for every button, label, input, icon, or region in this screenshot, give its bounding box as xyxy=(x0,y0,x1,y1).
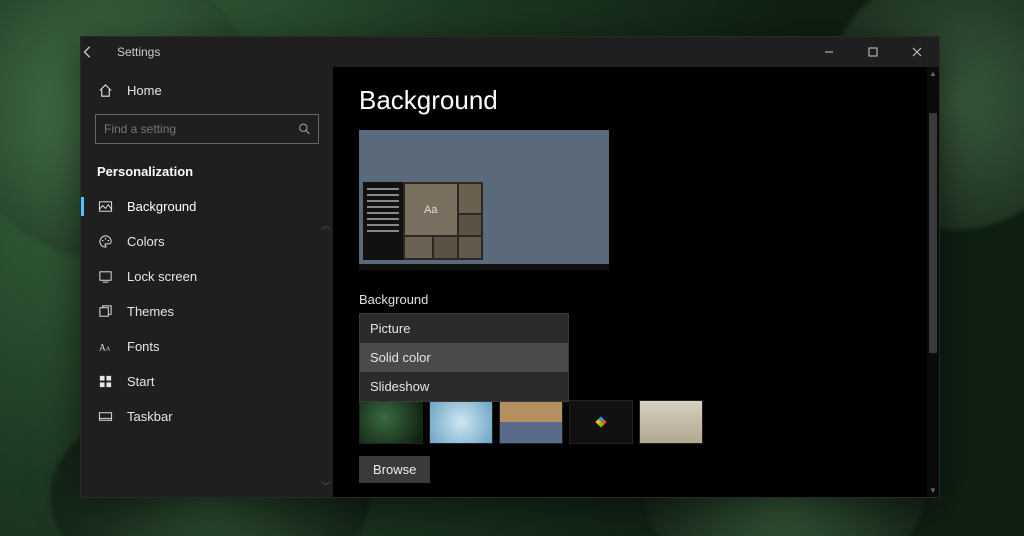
section-heading: Personalization xyxy=(81,158,333,189)
nav-label: Background xyxy=(127,199,196,214)
preview-sample-text: Aa xyxy=(405,184,457,235)
recent-pictures-row xyxy=(359,400,913,444)
start-icon xyxy=(97,374,113,389)
content-pane: Background Aa xyxy=(333,67,939,497)
themes-icon xyxy=(97,304,113,319)
picture-thumb[interactable] xyxy=(429,400,493,444)
fonts-icon: AA xyxy=(97,339,113,354)
sidebar-scroll-up-icon[interactable]: ︿ xyxy=(321,217,331,232)
minimize-button[interactable] xyxy=(807,37,851,67)
scroll-down-icon[interactable]: ▼ xyxy=(929,486,937,495)
home-label: Home xyxy=(127,83,162,98)
nav-lock-screen[interactable]: Lock screen xyxy=(81,259,333,294)
nav-start[interactable]: Start xyxy=(81,364,333,399)
picture-icon xyxy=(97,199,113,214)
nav-label: Fonts xyxy=(127,339,160,354)
desktop-preview: Aa xyxy=(359,130,609,270)
nav-colors[interactable]: Colors xyxy=(81,224,333,259)
page-heading: Background xyxy=(359,85,913,116)
dropdown-option-picture[interactable]: Picture xyxy=(360,314,568,343)
window-title: Settings xyxy=(117,45,160,59)
nav-fonts[interactable]: AA Fonts xyxy=(81,329,333,364)
search-box[interactable] xyxy=(95,114,319,144)
nav-label: Colors xyxy=(127,234,165,249)
picture-thumb[interactable] xyxy=(499,400,563,444)
taskbar-icon xyxy=(97,409,113,424)
nav-label: Themes xyxy=(127,304,174,319)
sidebar: Home Personalization Background xyxy=(81,67,333,497)
browse-button[interactable]: Browse xyxy=(359,456,430,483)
nav-themes[interactable]: Themes xyxy=(81,294,333,329)
scroll-up-icon[interactable]: ▲ xyxy=(929,69,937,78)
background-field-label: Background xyxy=(359,292,913,307)
maximize-button[interactable] xyxy=(851,37,895,67)
nav-label: Taskbar xyxy=(127,409,173,424)
background-dropdown[interactable]: Picture Solid color Slideshow xyxy=(359,313,569,402)
palette-icon xyxy=(97,234,113,249)
titlebar: Settings xyxy=(81,37,939,67)
lock-screen-icon xyxy=(97,269,113,284)
nav-taskbar[interactable]: Taskbar xyxy=(81,399,333,434)
nav-background[interactable]: Background xyxy=(81,189,333,224)
dropdown-option-solid-color[interactable]: Solid color xyxy=(360,343,568,372)
home-icon xyxy=(97,83,113,98)
back-button[interactable] xyxy=(81,45,109,59)
picture-thumb[interactable] xyxy=(359,400,423,444)
close-button[interactable] xyxy=(895,37,939,67)
content-scrollbar[interactable]: ▲ ▼ xyxy=(927,67,939,497)
nav-label: Lock screen xyxy=(127,269,197,284)
settings-window: Settings Home xyxy=(80,36,940,498)
picture-thumb[interactable] xyxy=(569,400,633,444)
dropdown-option-slideshow[interactable]: Slideshow xyxy=(360,372,568,401)
scroll-thumb[interactable] xyxy=(929,113,937,353)
svg-text:A: A xyxy=(105,345,110,352)
sidebar-scroll-down-icon[interactable]: ﹀ xyxy=(321,478,331,493)
preview-mini-window: Aa xyxy=(363,182,483,260)
nav-label: Start xyxy=(127,374,154,389)
picture-thumb[interactable] xyxy=(639,400,703,444)
search-input[interactable] xyxy=(95,114,319,144)
home-link[interactable]: Home xyxy=(81,73,333,108)
